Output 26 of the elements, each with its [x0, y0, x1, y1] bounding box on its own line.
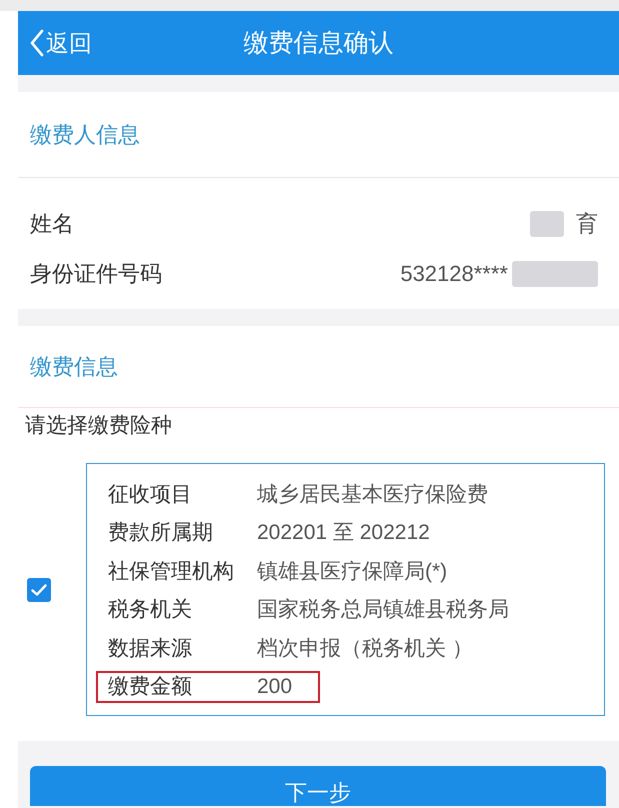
field-label: 数据来源 — [108, 638, 193, 659]
field-label: 身份证件号码 — [30, 263, 162, 285]
field-label: 税务机关 — [108, 599, 193, 620]
field-label: 征收项目 — [108, 484, 193, 505]
checkbox[interactable] — [27, 578, 51, 602]
section-title: 缴费信息 — [30, 356, 118, 378]
field-value: 202201 至 202212 — [257, 522, 430, 544]
field-value: 档次申报（税务机关 ） — [257, 638, 473, 659]
field-label: 费款所属期 — [108, 522, 214, 544]
field-value: 200 — [257, 676, 292, 698]
field-label: 社保管理机构 — [108, 560, 235, 582]
section-title: 缴费人信息 — [30, 124, 140, 146]
field-value: 532128**** — [400, 263, 508, 285]
next-button[interactable]: 下一步 — [30, 766, 606, 806]
field-value: 镇雄县医疗保障局(*) — [257, 560, 448, 582]
field-value: 育 — [576, 213, 598, 235]
field-label: 缴费金额 — [108, 676, 193, 698]
field-value: 国家税务总局镇雄县税务局 — [257, 599, 509, 620]
prompt-text: 请选择缴费险种 — [25, 415, 172, 436]
field-value: 城乡居民基本医疗保险费 — [257, 484, 488, 505]
back-button[interactable]: 返回 — [30, 29, 92, 57]
chevron-left-icon — [30, 29, 44, 57]
checkmark-icon — [31, 584, 47, 596]
field-label: 姓名 — [30, 213, 74, 235]
insurance-item-card[interactable]: 征收项目 城乡居民基本医疗保险费 费款所属期 202201 至 202212 社保管理机构 镇雄县医疗保障局(*) 税务机关 国家税务总局镇雄县税务局 数据来源 档次申报（税务机关 ） 缴费金额 200 — [86, 463, 605, 716]
page-title: 缴费信息确认 — [244, 30, 394, 56]
